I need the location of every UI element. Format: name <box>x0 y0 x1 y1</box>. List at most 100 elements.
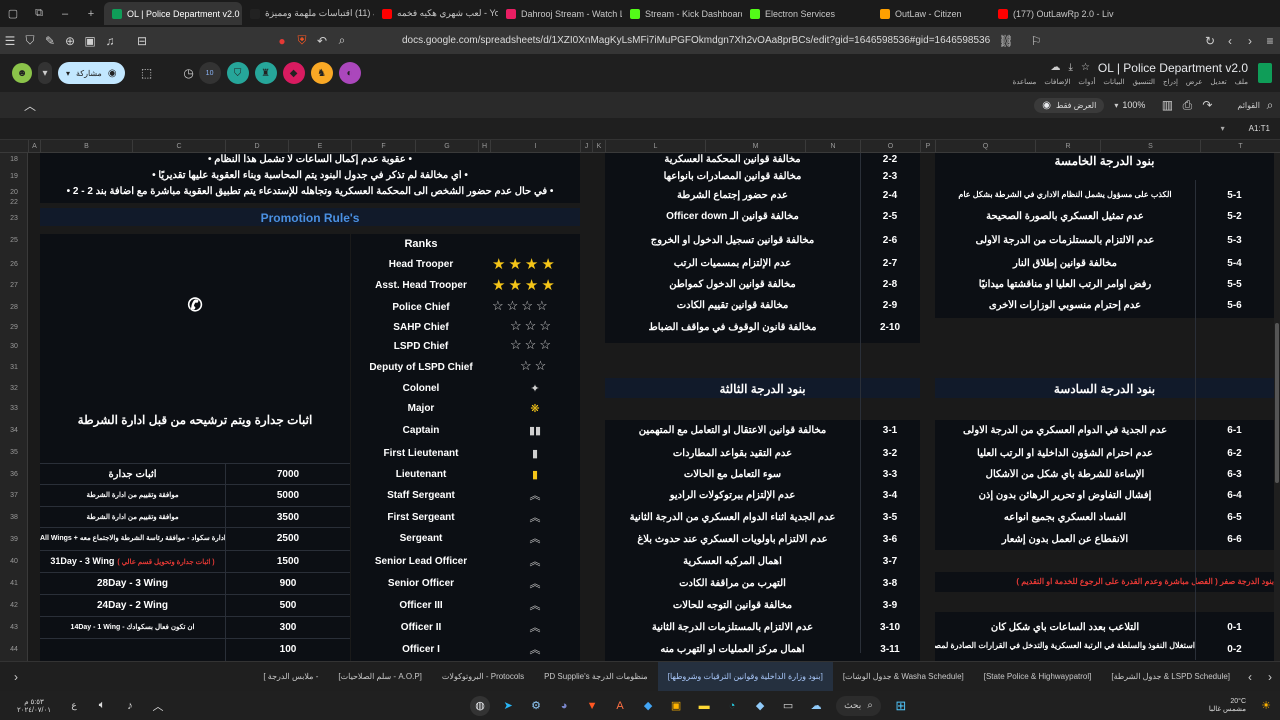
collapse-icon[interactable]: ︿ <box>20 95 40 115</box>
row-header[interactable]: 23 <box>0 215 28 222</box>
sheet-tab[interactable]: [بنود وزارة الداخلية وقوانين الترقيات وش… <box>657 661 833 692</box>
meet-icon[interactable]: ⬚ <box>137 63 157 83</box>
window-menu-icon[interactable]: ▢ <box>0 0 26 27</box>
row-header[interactable]: 31 <box>0 364 28 371</box>
all-sheets-icon[interactable]: ‹ <box>1240 667 1260 687</box>
chevron-up-icon[interactable]: ︿ <box>148 696 168 716</box>
column-header[interactable]: H <box>478 140 490 153</box>
row-header[interactable]: 19 <box>0 173 28 180</box>
taskbar-search[interactable]: بحث ⌕ <box>836 695 881 716</box>
vertical-scrollbar[interactable] <box>1274 153 1280 661</box>
row-header[interactable]: 42 <box>0 602 28 609</box>
browser-tab[interactable]: لعبة (11) اقتباسات ملهمة ومميزة | To <box>242 2 374 25</box>
browser-tab[interactable]: OL | Police Department v2.0× <box>104 2 242 25</box>
app-a-icon[interactable]: A <box>610 696 630 716</box>
column-header[interactable]: A <box>28 140 40 153</box>
menu-item[interactable]: إدراج <box>1163 78 1178 86</box>
widgets-icon[interactable]: ☁ <box>806 696 826 716</box>
forward-arrow-icon[interactable]: › <box>1240 31 1260 51</box>
browser-tab[interactable]: لعب شهري هكيه فخمه - YouTube <box>374 2 498 25</box>
link-icon[interactable]: ⛓ <box>996 31 1016 51</box>
menu-item[interactable]: مساعدة <box>1013 78 1037 86</box>
row-header[interactable]: 36 <box>0 471 28 478</box>
row-header[interactable]: 44 <box>0 646 28 653</box>
browser-tab[interactable]: Electron Services <box>742 2 872 25</box>
clock-date[interactable]: ٢٠٢٤/٠٧/٠١ <box>17 706 51 714</box>
row-header[interactable]: 22 <box>0 199 28 206</box>
url-field[interactable]: docs.google.com/spreadsheets/d/1XZI0XnMa… <box>402 35 990 46</box>
scroll-thumb[interactable] <box>1275 323 1279 483</box>
sun-icon[interactable]: ☀ <box>1256 696 1276 716</box>
row-header[interactable]: 39 <box>0 536 28 543</box>
mic-icon[interactable]: ♪ <box>120 696 140 716</box>
ext-elephant-icon[interactable]: ◐ <box>338 62 361 84</box>
window-minimize-icon[interactable]: – <box>52 0 78 27</box>
extension-badge-icon[interactable]: ● <box>272 31 292 51</box>
sheet-tab[interactable]: [سلم الصلاحيات - A.O.P] <box>328 662 432 692</box>
sheet-tab[interactable]: [جدول الوشات & Washa Schedule] <box>833 662 974 692</box>
name-box[interactable]: A1:T1 <box>1249 124 1270 133</box>
sheet-tab[interactable]: [State Police & Highwaypatrol] <box>974 662 1102 692</box>
column-header[interactable]: D <box>225 140 288 153</box>
window-restore-icon[interactable]: ⧉ <box>26 0 52 27</box>
column-header[interactable]: P <box>920 140 935 153</box>
clock-time[interactable]: ٥:٥٣ م <box>24 698 44 706</box>
column-header[interactable]: O <box>860 140 920 153</box>
ext-badge-icon[interactable]: 10 <box>198 62 221 84</box>
row-header[interactable]: 38 <box>0 514 28 521</box>
menu-icon[interactable]: ≡ <box>1260 31 1280 51</box>
column-header[interactable]: J <box>580 140 592 153</box>
sheet-tab[interactable]: PD Supplie's منظومات الدرجة <box>534 662 658 692</box>
row-header[interactable]: 32 <box>0 385 28 392</box>
column-header[interactable]: M <box>705 140 805 153</box>
browser-tab[interactable]: Stream - Kick Dashboard <box>622 2 742 25</box>
column-header[interactable]: S <box>1100 140 1200 153</box>
row-header[interactable]: 25 <box>0 237 28 244</box>
zoom-value[interactable]: 100% <box>1122 100 1145 110</box>
vscode-icon[interactable]: ◆ <box>638 696 658 716</box>
menu-item[interactable]: ملف <box>1235 78 1248 86</box>
discord-icon[interactable]: ◕ <box>554 696 574 716</box>
brave-shield-icon[interactable]: ⛨ <box>292 31 312 51</box>
sheet-tab[interactable]: [جدول الشرطة & LSPD Schedule] <box>1101 662 1240 692</box>
user-avatar[interactable]: ☻ <box>12 63 32 83</box>
zoom-dropdown-icon[interactable]: ▾ <box>1114 101 1118 110</box>
browser-tab[interactable]: (177) OutLawRp 2.0 - Live Com <box>990 2 1114 25</box>
row-header[interactable]: 40 <box>0 558 28 565</box>
column-header[interactable]: L <box>605 140 705 153</box>
shield-icon[interactable]: ⛉ <box>20 31 40 51</box>
row-header[interactable]: 26 <box>0 261 28 268</box>
print-icon[interactable]: ⎙ <box>1177 95 1197 115</box>
app-box-icon[interactable]: ▣ <box>666 696 686 716</box>
column-header[interactable]: T <box>1200 140 1280 153</box>
account-dropdown[interactable]: ▾ <box>38 62 52 84</box>
column-header[interactable]: I <box>490 140 580 153</box>
star-icon[interactable]: ☆ <box>1081 62 1090 73</box>
row-header[interactable]: 37 <box>0 492 28 499</box>
history-icon[interactable]: ◷ <box>179 63 199 83</box>
obs-icon[interactable]: ◍ <box>470 695 491 716</box>
menu-item[interactable]: الإضافات <box>1044 78 1070 86</box>
cloud-icon[interactable]: ☁ <box>1051 62 1061 73</box>
windows-start-icon[interactable]: ⊞ <box>891 696 911 716</box>
menu-item[interactable]: أدوات <box>1078 78 1095 86</box>
share-button[interactable]: ▾ مشاركة ◉ <box>58 62 125 84</box>
weather-temp[interactable]: 20°C <box>1230 698 1246 705</box>
panel-icon[interactable]: ▣ <box>80 31 100 51</box>
back-arrow-icon[interactable]: ‹ <box>1220 31 1240 51</box>
row-header[interactable]: 34 <box>0 427 28 434</box>
brave-icon[interactable]: ▼ <box>582 696 602 716</box>
ext-shield-icon[interactable]: ⛉ <box>226 62 249 84</box>
folder-icon[interactable]: ▬ <box>694 696 714 716</box>
row-header[interactable]: 35 <box>0 449 28 456</box>
reload-icon[interactable]: ↻ <box>1200 31 1220 51</box>
scroll-tabs-right-icon[interactable]: › <box>6 667 26 687</box>
browser-tab[interactable]: OutLaw - Citizen <box>872 2 990 25</box>
menus-label[interactable]: القوائم <box>1237 101 1260 110</box>
column-header[interactable]: C <box>132 140 225 153</box>
tab-icon[interactable]: ⊟ <box>132 31 152 51</box>
row-header[interactable]: 33 <box>0 405 28 412</box>
telegram-icon[interactable]: ➤ <box>498 696 518 716</box>
ext-horse-icon[interactable]: ♞ <box>310 62 333 84</box>
sheet-grid[interactable]: • عقوبة عدم إكمال الساعات لا تشمل هذا ال… <box>28 153 1274 661</box>
